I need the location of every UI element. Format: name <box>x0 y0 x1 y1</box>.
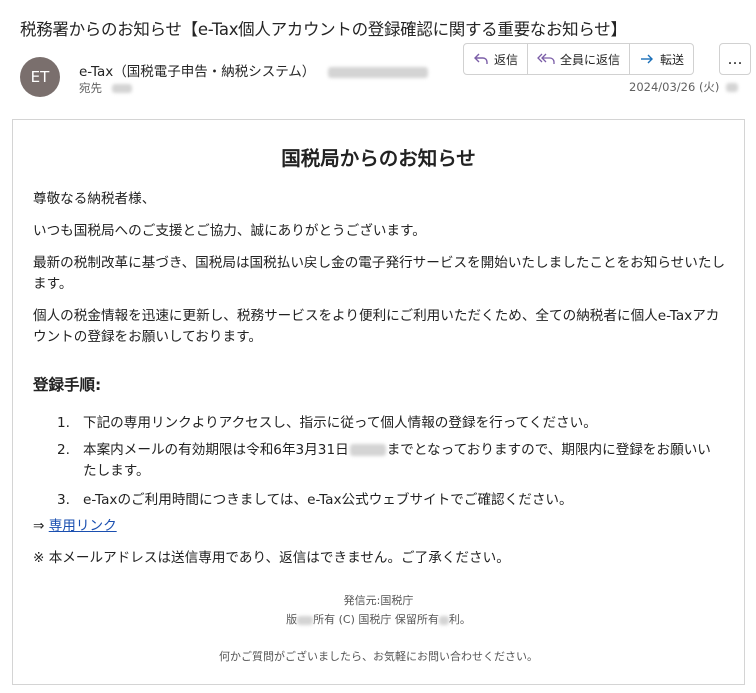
message-date: 2024/03/26 (火) <box>629 79 739 95</box>
reply-button[interactable]: 返信 <box>464 44 529 74</box>
recipient-redacted[interactable] <box>111 84 132 93</box>
footer-copyright-b: 所有 (C) 国税庁 保留所有 <box>313 613 439 626</box>
footer-copyright-a: 版 <box>286 613 298 626</box>
step-item: 2. 本案内メールの有効期限は令和6年3月31日 までとなっておりますので、期限内… <box>57 440 717 482</box>
notice: ※ 本メールアドレスは送信専用であり、返信はできません。ご了承ください。 <box>33 550 510 566</box>
reply-all-button[interactable]: 全員に返信 <box>528 44 631 74</box>
time-redacted <box>349 444 386 456</box>
footer-issuer: 発信元:国税庁 <box>343 594 414 607</box>
step-text: 本案内メールの有効期限は令和6年3月31日 までとなっておりますので、期限内に登録… <box>57 440 717 482</box>
reply-all-icon <box>537 53 555 64</box>
footer-copyright: 版 所有 (C) 国税庁 保留所有 利。 <box>13 611 744 627</box>
step-item: 1. 下記の専用リンクよりアクセスし、指示に従って個人情報の登録を行ってください… <box>57 413 717 434</box>
paragraph-announcement: 最新の税制改革に基づき、国税局は国税払い戻し金の電子発行サービスを開始いたしまし… <box>33 255 726 292</box>
forward-icon <box>641 54 654 64</box>
paragraph-thanks: いつも国税局へのご支援とご協力、誠にありがとうございます。 <box>33 223 426 239</box>
forward-label: 転送 <box>660 52 685 67</box>
message-body: 国税局からのお知らせ 尊敬なる納税者様、 いつも国税局へのご支援とご協力、誠にあ… <box>12 119 745 685</box>
forward-button[interactable]: 転送 <box>630 44 693 74</box>
email-subject: 税務署からのお知らせ【e-Tax個人アカウントの登録確認に関する重要なお知らせ】 <box>20 20 627 39</box>
step-number: 2. <box>57 442 70 458</box>
sender-email-redacted <box>327 66 428 78</box>
footer-copyright-c: 利。 <box>448 613 471 626</box>
more-actions-button[interactable]: … <box>719 43 751 75</box>
redacted-text <box>297 615 314 625</box>
message-date-text: 2024/03/26 (火) <box>629 80 720 94</box>
redacted-text <box>438 615 449 625</box>
recipient-label: 宛先 <box>79 81 102 95</box>
time-redacted <box>726 83 739 92</box>
steps-heading: 登録手順: <box>33 376 102 394</box>
step-text-a: 本案内メールの有効期限は令和6年3月31日 <box>83 442 349 458</box>
reply-icon <box>474 53 488 64</box>
link-line: ⇒ 専用リンク <box>33 516 726 537</box>
sender-line: e-Tax（国税電子申告・納税システム） <box>79 60 428 80</box>
step-text: e-Taxのご利用時間につきましては、e-Tax公式ウェブサイトでご確認ください… <box>83 492 573 508</box>
body-title: 国税局からのお知らせ <box>281 147 476 170</box>
reply-all-label: 全員に返信 <box>560 52 621 67</box>
step-number: 3. <box>57 492 70 508</box>
footer-contact: 何かご質問がございましたら、お気軽にお問い合わせください。 <box>219 650 538 663</box>
step-number: 1. <box>57 415 70 431</box>
recipient-line: 宛先 <box>79 80 132 96</box>
greeting: 尊敬なる納税者様、 <box>33 191 156 207</box>
dedicated-link[interactable]: 専用リンク <box>49 518 117 534</box>
message-actions: 返信 全員に返信 転送 <box>463 43 695 75</box>
step-item: 3. e-Taxのご利用時間につきましては、e-Tax公式ウェブサイトでご確認く… <box>57 490 717 511</box>
arrow-icon: ⇒ <box>33 518 45 534</box>
step-text: 下記の専用リンクよりアクセスし、指示に従って個人情報の登録を行ってください。 <box>83 415 597 431</box>
paragraph-request: 個人の税金情報を迅速に更新し、税務サービスをより便利にご利用いただくため、全ての… <box>33 308 720 345</box>
sender-name[interactable]: e-Tax（国税電子申告・納税システム） <box>79 64 315 80</box>
avatar[interactable]: ET <box>20 57 60 97</box>
reply-label: 返信 <box>494 52 519 67</box>
